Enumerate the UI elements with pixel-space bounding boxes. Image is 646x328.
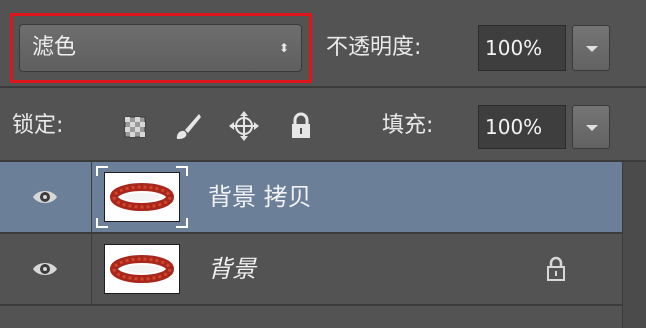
- fill-dropdown-button[interactable]: [572, 105, 610, 149]
- bracelet-thumbnail-image: [110, 255, 174, 283]
- chevron-down-icon: [586, 46, 598, 52]
- bracelet-thumbnail-image: [110, 183, 174, 211]
- layer-name[interactable]: 背景: [208, 234, 256, 304]
- lock-transparent-pixels-icon[interactable]: [120, 110, 150, 142]
- lock-icon: [547, 256, 565, 281]
- blend-mode-value: 滤色: [32, 35, 77, 60]
- layer-thumbnail: [104, 172, 180, 222]
- divider: [0, 304, 622, 306]
- fill-input[interactable]: 100%: [478, 105, 566, 149]
- visibility-toggle[interactable]: [0, 234, 92, 304]
- layers-panel: 滤色 ⬍ 不透明度: 100% 锁定: 填充: 100% 背景 拷贝 背景: [0, 0, 646, 328]
- lock-label: 锁定:: [12, 113, 64, 138]
- lock-image-pixels-brush-icon[interactable]: [172, 110, 202, 142]
- opacity-dropdown-button[interactable]: [572, 25, 610, 71]
- layer-thumbnail: [104, 244, 180, 294]
- visibility-toggle[interactable]: [0, 162, 92, 232]
- divider: [0, 86, 646, 88]
- scrollbar[interactable]: [622, 162, 646, 328]
- opacity-label: 不透明度:: [326, 35, 422, 60]
- select-arrows-icon: ⬍: [279, 41, 290, 55]
- layer-row-background-copy[interactable]: 背景 拷贝: [0, 162, 622, 232]
- lock-position-move-icon[interactable]: [229, 110, 259, 142]
- chevron-down-icon: [586, 125, 598, 131]
- layer-row-background[interactable]: 背景: [0, 234, 622, 304]
- eye-icon: [33, 263, 57, 275]
- opacity-input[interactable]: 100%: [478, 25, 566, 71]
- lock-all-icon[interactable]: [286, 110, 316, 142]
- fill-label: 填充:: [382, 113, 434, 138]
- blend-mode-select[interactable]: 滤色 ⬍: [19, 24, 302, 72]
- eye-icon: [33, 191, 57, 203]
- layer-name[interactable]: 背景 拷贝: [208, 162, 312, 232]
